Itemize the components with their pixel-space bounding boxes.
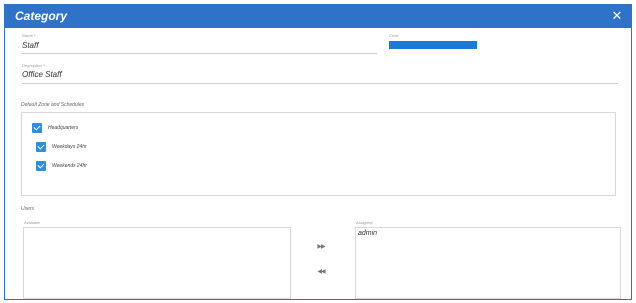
zone-item-headquarters[interactable]: Headquarters [32, 123, 78, 133]
dialog-title: Category [15, 9, 68, 23]
zone-item-weekdays[interactable]: Weekdays 24hr [36, 142, 87, 152]
zones-section-title: Default Zone and Schedules [21, 102, 85, 108]
zone-item-label: Headquarters [48, 125, 79, 131]
zones-panel: Headquarters Weekdays 24hr Weekends 24hr [21, 112, 616, 196]
list-item[interactable]: admin [358, 230, 377, 237]
description-field-label: Description * [22, 63, 45, 68]
zone-item-label: Weekends 24hr [52, 163, 87, 169]
assigned-list-label: Assigned [356, 220, 373, 225]
users-section-title: Users [21, 206, 35, 212]
close-icon[interactable]: ✕ [609, 7, 625, 25]
checkbox-checked-icon[interactable] [32, 123, 42, 133]
available-list-label: Available [24, 220, 41, 225]
description-field-underline [22, 83, 618, 84]
move-right-button[interactable]: ▶▶ [314, 242, 328, 252]
move-left-button[interactable]: ◀◀ [314, 267, 328, 277]
color-field-label: Color [389, 33, 399, 38]
available-users-list[interactable] [23, 227, 291, 299]
color-swatch[interactable] [389, 41, 477, 49]
description-field[interactable]: Office Staff [22, 70, 62, 79]
zone-item-weekends[interactable]: Weekends 24hr [36, 161, 87, 171]
assigned-users-list[interactable]: admin [355, 227, 621, 299]
checkbox-checked-icon[interactable] [36, 161, 46, 171]
checkbox-checked-icon[interactable] [36, 142, 46, 152]
dialog-titlebar: Category ✕ [5, 5, 631, 28]
name-field-label: Name * [22, 33, 36, 38]
name-field-underline [22, 53, 377, 54]
zone-item-label: Weekdays 24hr [52, 144, 87, 150]
category-dialog: Category ✕ Name * Staff Color Descriptio… [4, 4, 632, 300]
name-field[interactable]: Staff [22, 41, 38, 50]
